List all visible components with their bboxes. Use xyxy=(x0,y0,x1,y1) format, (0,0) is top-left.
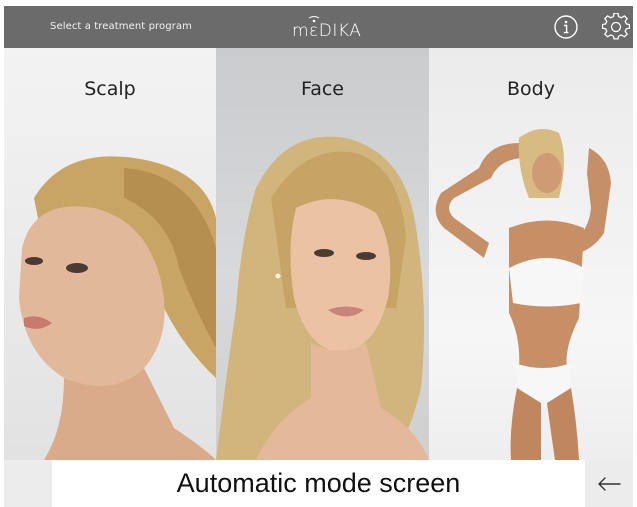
panel-body-label: Body xyxy=(507,78,555,100)
panel-scalp-label: Scalp xyxy=(84,78,136,100)
info-button[interactable] xyxy=(553,14,579,40)
screen-caption: Automatic mode screen xyxy=(176,468,461,498)
panel-face-label: Face xyxy=(301,78,344,100)
footer-left-spacer xyxy=(4,460,52,507)
panel-scalp[interactable]: Scalp xyxy=(4,48,216,460)
scalp-photo xyxy=(19,156,216,460)
treatment-panels: Scalp Face Body xyxy=(4,48,633,460)
arrow-left-icon xyxy=(598,476,621,491)
settings-button[interactable] xyxy=(601,12,631,41)
logo-wordmark: mɛDIKA xyxy=(292,21,362,41)
brand-logo: mɛDIKA xyxy=(292,15,362,41)
body-photo xyxy=(435,129,611,460)
header-bar: Select a treatment program mɛDIKA xyxy=(4,6,633,48)
gear-icon xyxy=(601,12,631,40)
panel-face[interactable]: Face xyxy=(216,48,429,460)
panel-body[interactable]: Body xyxy=(429,48,633,460)
header-prompt: Select a treatment program xyxy=(50,21,192,32)
back-button[interactable] xyxy=(585,460,633,507)
face-photo xyxy=(216,136,429,460)
info-icon xyxy=(554,15,578,39)
